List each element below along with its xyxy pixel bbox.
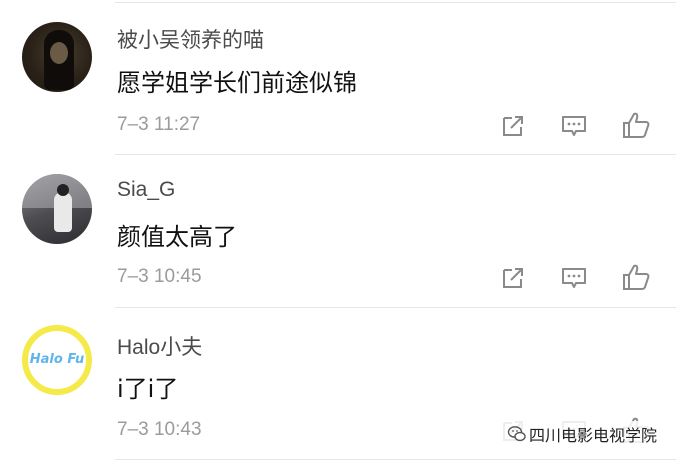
avatar-face-shape — [50, 42, 68, 64]
avatar-head-shape — [57, 184, 69, 196]
comment-text: 颜值太高了 — [117, 223, 237, 251]
username[interactable]: 被小吴领养的喵 — [117, 24, 264, 54]
avatar-person-shape — [54, 192, 72, 232]
avatar[interactable] — [22, 22, 92, 92]
username[interactable]: Halo小夫 — [117, 331, 202, 361]
divider — [115, 154, 676, 155]
avatar[interactable] — [22, 174, 92, 244]
like-icon[interactable] — [620, 261, 650, 291]
timestamp: 7–3 10:45 — [117, 266, 202, 287]
avatar[interactable]: Halo Fu — [22, 325, 92, 395]
username[interactable]: Sia_G — [117, 178, 175, 202]
timestamp: 7–3 10:43 — [117, 419, 202, 440]
watermark-text: 四川电影电视学院 — [529, 426, 658, 445]
share-icon[interactable] — [498, 111, 528, 141]
comment-text: i了i了 — [117, 375, 179, 403]
share-icon[interactable] — [498, 263, 528, 293]
avatar-logo-text: Halo Fu — [29, 352, 85, 367]
comment-icon[interactable] — [559, 111, 589, 141]
timestamp: 7–3 11:27 — [117, 114, 201, 135]
divider — [115, 459, 676, 460]
like-icon[interactable] — [620, 109, 650, 139]
comment-text: 愿学姐学长们前途似锦 — [117, 69, 357, 97]
watermark: 四川电影电视学院 — [503, 421, 662, 447]
comment-icon[interactable] — [559, 263, 589, 293]
divider-top — [115, 2, 676, 3]
wechat-icon — [507, 424, 527, 444]
divider — [115, 307, 676, 308]
